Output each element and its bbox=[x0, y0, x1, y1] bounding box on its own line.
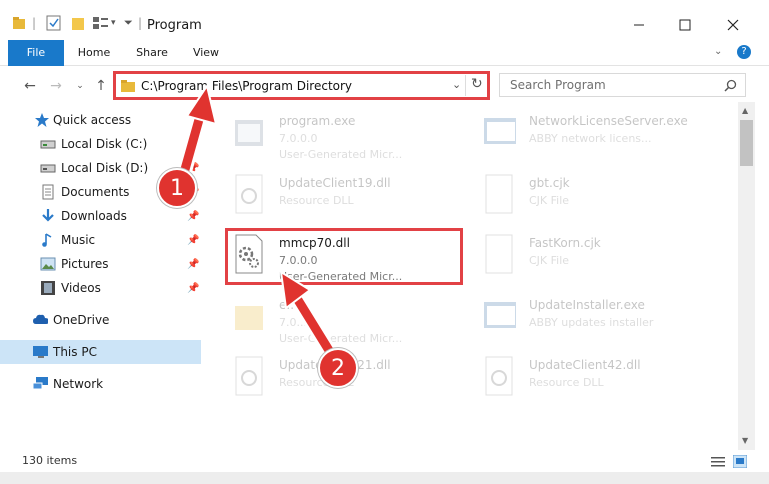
step-badge-1: 1 bbox=[157, 168, 197, 208]
arrow-2 bbox=[279, 270, 338, 360]
arrow-1 bbox=[174, 83, 218, 188]
status-bar: 130 items bbox=[0, 450, 769, 472]
item-count: 130 items bbox=[22, 454, 78, 467]
annotation-layer bbox=[174, 83, 338, 360]
details-view-icon[interactable] bbox=[711, 456, 725, 467]
step-badge-2: 2 bbox=[318, 348, 358, 388]
large-icons-view-icon[interactable] bbox=[733, 455, 747, 468]
bottom-border bbox=[0, 472, 769, 484]
